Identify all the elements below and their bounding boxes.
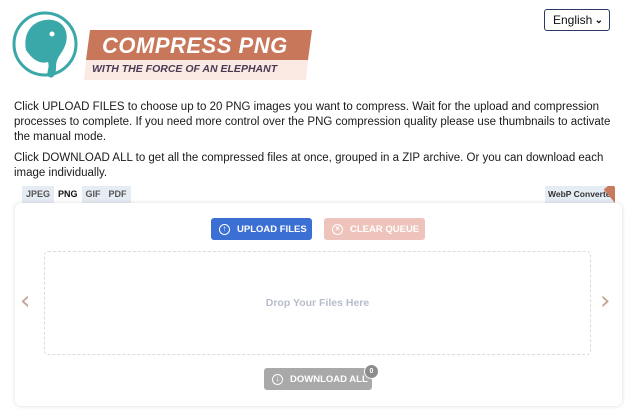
logo[interactable]: COMPRESS PNG WITH THE FORCE OF AN ELEPHA… xyxy=(12,6,312,90)
tab-pdf[interactable]: PDF xyxy=(104,186,131,203)
arrow-down-circle-icon: ↓ xyxy=(272,373,283,385)
language-select[interactable]: English ⌄ xyxy=(544,9,610,31)
tab-png[interactable]: PNG xyxy=(54,186,82,203)
dropzone[interactable]: Drop Your Files Here xyxy=(44,251,591,355)
download-count-badge: 0 xyxy=(364,364,379,379)
clear-queue-label: CLEAR QUEUE xyxy=(350,223,420,235)
instructions-paragraph-1: Click UPLOAD FILES to choose up to 20 PN… xyxy=(14,101,611,143)
format-tabs: JPEG PNG GIF PDF xyxy=(22,186,131,203)
logo-tagline: WITH THE FORCE OF AN ELEPHANT xyxy=(92,63,278,75)
upload-files-label: UPLOAD FILES xyxy=(237,223,307,235)
upload-files-button[interactable]: ↑ UPLOAD FILES xyxy=(211,218,312,240)
download-all-label: DOWNLOAD ALL xyxy=(290,373,368,385)
language-label: English xyxy=(553,13,593,27)
chevron-right-icon[interactable]: › xyxy=(600,288,610,314)
chevron-down-icon: ⌄ xyxy=(594,14,603,26)
tab-jpeg[interactable]: JPEG xyxy=(22,186,55,203)
instructions: Click UPLOAD FILES to choose up to 20 PN… xyxy=(14,100,629,181)
instructions-paragraph-2: Click DOWNLOAD ALL to get all the compre… xyxy=(14,152,604,179)
logo-title: COMPRESS PNG xyxy=(102,33,288,58)
arrow-up-circle-icon: ↑ xyxy=(219,223,230,235)
dropzone-label: Drop Your Files Here xyxy=(265,297,370,309)
tab-gif[interactable]: GIF xyxy=(81,186,105,203)
download-all-button[interactable]: ↓ DOWNLOAD ALL xyxy=(264,368,372,390)
chevron-left-icon[interactable]: ‹ xyxy=(20,288,30,314)
webp-converter-link[interactable]: WebP Converter xyxy=(545,186,615,203)
compressor-panel: ↑ UPLOAD FILES × CLEAR QUEUE Drop Your F… xyxy=(15,203,622,406)
x-circle-icon: × xyxy=(332,223,343,235)
clear-queue-button[interactable]: × CLEAR QUEUE xyxy=(324,218,425,240)
